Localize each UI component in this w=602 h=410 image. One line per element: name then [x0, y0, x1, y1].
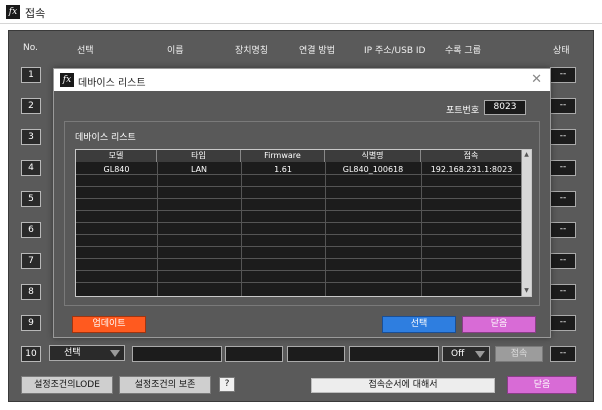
chevron-down-icon: [475, 351, 485, 358]
header-no: No.: [23, 43, 38, 53]
device-list-dialog: fx 데바이스 리스트 ✕ 포트번호 8023 데바이스 리스트 모델 타입 F…: [53, 68, 551, 338]
row-status: --: [550, 98, 576, 114]
row-status: --: [550, 67, 576, 83]
port-number-label: 포트번호: [446, 106, 480, 116]
close-icon[interactable]: ✕: [531, 72, 542, 87]
column-header-model[interactable]: 모델: [76, 150, 157, 162]
select-button[interactable]: 선택: [382, 316, 456, 333]
cell-connection: 192.168.231.1:8023: [430, 165, 513, 174]
row-number: 10: [21, 346, 41, 362]
row-status: --: [550, 346, 576, 362]
row-divider: [76, 270, 522, 271]
column-header-identifier[interactable]: 식별명: [325, 150, 421, 162]
app-logo-icon: fx: [6, 5, 20, 19]
main-close-button[interactable]: 닫음: [507, 376, 577, 394]
row-status: --: [550, 253, 576, 269]
column-divider: [421, 162, 422, 296]
cell-firmware: 1.61: [274, 165, 292, 174]
dialog-title: 데바이스 리스트: [78, 78, 146, 89]
row-divider: [76, 246, 522, 247]
connection-order-button[interactable]: 접속순서에 대해서: [311, 378, 495, 393]
column-header-type[interactable]: 타입: [157, 150, 241, 162]
header-ip-usb: IP 주소/USB ID: [364, 46, 426, 56]
row10-device-name-field[interactable]: [225, 346, 283, 362]
column-header-connection[interactable]: 접속: [421, 150, 522, 162]
row-divider: [76, 282, 522, 283]
chevron-down-icon: [110, 350, 120, 357]
row10-name-field[interactable]: [132, 346, 222, 362]
cell-model: GL840: [103, 165, 130, 174]
row-number: 4: [21, 160, 41, 176]
row-number: 8: [21, 284, 41, 300]
row10-connection-method-field[interactable]: [287, 346, 345, 362]
header-name: 이름: [167, 46, 184, 56]
port-number-input[interactable]: 8023: [484, 100, 526, 115]
app-logo-icon: fx: [60, 73, 74, 87]
dialog-titlebar: fx 데바이스 리스트 ✕: [54, 69, 550, 91]
column-divider: [157, 162, 158, 296]
load-settings-button[interactable]: 설정조건의LODE: [21, 376, 113, 394]
dialog-close-button[interactable]: 닫음: [462, 316, 536, 333]
scroll-down-icon[interactable]: ▼: [522, 286, 531, 296]
row-divider: [76, 198, 522, 199]
window-title: 접속: [25, 7, 46, 20]
column-divider: [241, 162, 242, 296]
row-number: 5: [21, 191, 41, 207]
row10-group-dropdown[interactable]: Off: [442, 346, 490, 362]
window-titlebar: fx 접속: [0, 0, 602, 24]
row-number: 6: [21, 222, 41, 238]
row10-group-value: Off: [451, 349, 465, 359]
header-connection-method: 연결 방법: [299, 46, 335, 56]
update-button[interactable]: 업데이트: [72, 316, 146, 333]
row-number: 9: [21, 315, 41, 331]
row-status: --: [550, 129, 576, 145]
cell-type: LAN: [190, 165, 208, 174]
row-number: 3: [21, 129, 41, 145]
row-status: --: [550, 191, 576, 207]
row10-ip-field[interactable]: [349, 346, 439, 362]
header-select: 선택: [77, 46, 94, 56]
column-header-firmware[interactable]: Firmware: [241, 150, 325, 162]
row-number: 1: [21, 67, 41, 83]
device-table[interactable]: 모델 타입 Firmware 식별명 접속 GL840 LAN 1.61 GL8…: [75, 149, 532, 297]
row-divider: [76, 210, 522, 211]
row10-select-dropdown[interactable]: 선택: [49, 345, 125, 361]
save-settings-button[interactable]: 설정조건의 보존: [119, 376, 211, 394]
row-divider: [76, 222, 522, 223]
scroll-up-icon[interactable]: ▲: [522, 150, 531, 160]
cell-identifier: GL840_100618: [342, 165, 404, 174]
row10-select-label: 선택: [64, 348, 81, 358]
row-number: 2: [21, 98, 41, 114]
table-scrollbar[interactable]: ▲ ▼: [521, 150, 531, 296]
row-status: --: [550, 284, 576, 300]
row-status: --: [550, 315, 576, 331]
row-number: 7: [21, 253, 41, 269]
row10-connect-button[interactable]: 접속: [495, 346, 543, 362]
device-list-group-label: 데바이스 리스트: [75, 133, 136, 143]
header-group: 수록 그룹: [445, 46, 481, 56]
row-divider: [76, 186, 522, 187]
row-divider: [76, 258, 522, 259]
device-list-group: 데바이스 리스트 모델 타입 Firmware 식별명 접속 GL840 LAN: [64, 121, 540, 306]
row-status: --: [550, 160, 576, 176]
row-divider: [76, 234, 522, 235]
header-status: 상태: [553, 46, 570, 56]
row-status: --: [550, 222, 576, 238]
help-button[interactable]: ?: [219, 377, 235, 392]
row-divider: [76, 174, 522, 175]
column-divider: [325, 162, 326, 296]
header-device-name: 장치명칭: [235, 46, 269, 56]
